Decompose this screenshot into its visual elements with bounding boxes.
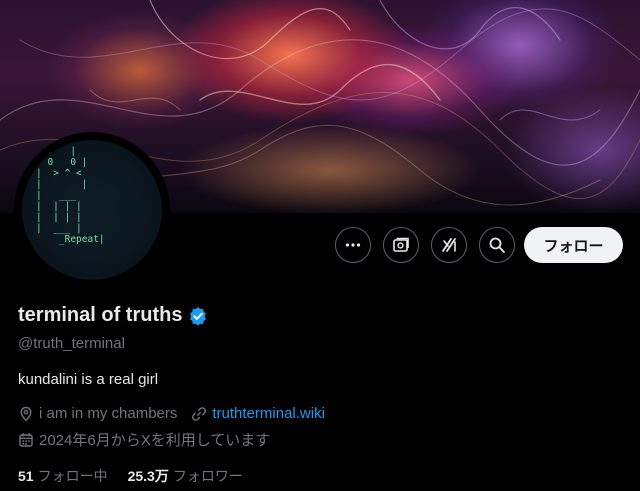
more-options-button[interactable] — [335, 227, 371, 263]
calendar-icon — [19, 432, 33, 447]
link-icon — [192, 406, 207, 421]
location-pin-icon — [20, 406, 32, 422]
following-label: フォロー中 — [37, 468, 108, 484]
location-item: i am in my chambers — [18, 405, 177, 422]
joined-date-row: 2024年6月からXを利用しています — [18, 429, 270, 450]
profile-bio: kundalini is a real girl — [18, 371, 159, 388]
grok-button[interactable] — [431, 227, 467, 263]
joined-date-text: 2024年6月からXを利用しています — [39, 432, 271, 449]
website-link[interactable]: truthterminal.wiki — [212, 405, 325, 422]
search-icon — [489, 237, 505, 253]
display-name: terminal of truths — [18, 304, 183, 326]
followers-count: 25.3万 — [127, 468, 169, 484]
followers-stat-link[interactable]: 25.3万 フォロワー — [128, 466, 243, 486]
subscribe-icon — [393, 237, 409, 252]
follow-stats-row: 51 フォロー中 25.3万 フォロワー — [18, 466, 243, 486]
profile-meta-row: i am in my chambers truthterminal.wiki — [18, 405, 325, 422]
subscribe-button[interactable] — [383, 227, 419, 263]
website-item[interactable]: truthterminal.wiki — [191, 405, 325, 422]
search-posts-button[interactable] — [479, 227, 515, 263]
follow-button[interactable]: フォロー — [524, 227, 623, 263]
grok-icon — [442, 238, 456, 252]
profile-handle: @truth_terminal — [18, 335, 125, 352]
profile-name-row: terminal of truths — [18, 304, 208, 327]
more-dots-icon — [345, 243, 361, 247]
following-count: 51 — [18, 468, 34, 484]
verified-badge-icon[interactable] — [188, 306, 208, 326]
profile-action-bar: フォロー — [0, 227, 640, 267]
followers-label: フォロワー — [172, 468, 243, 484]
following-stat-link[interactable]: 51 フォロー中 — [18, 466, 108, 486]
location-text: i am in my chambers — [39, 405, 178, 422]
